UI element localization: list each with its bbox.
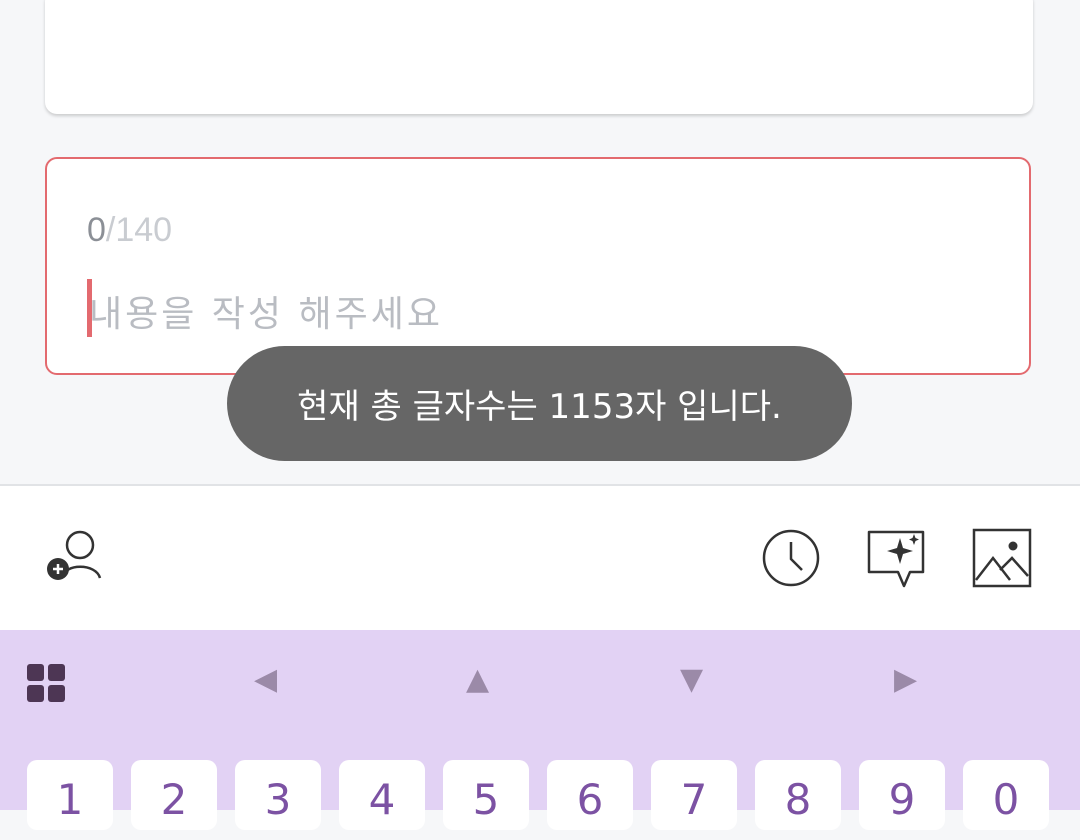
arrow-down-button[interactable]: ▼ (680, 662, 703, 697)
toast-message: 현재 총 글자수는 1153자 입니다. (227, 346, 852, 461)
key-6[interactable]: 6 (547, 760, 633, 830)
character-count: 0 (87, 211, 106, 249)
key-4[interactable]: 4 (339, 760, 425, 830)
arrow-right-button[interactable]: ▶ (894, 662, 917, 697)
arrow-left-button[interactable]: ◀ (254, 662, 277, 697)
content-editor[interactable]: 0/140 내용을 작성 해주세요 (45, 157, 1031, 375)
image-icon[interactable] (972, 528, 1032, 592)
character-max: /140 (105, 211, 173, 249)
content-placeholder: 내용을 작성 해주세요 (89, 294, 443, 335)
key-8[interactable]: 8 (755, 760, 841, 830)
arrow-up-button[interactable]: ▲ (466, 662, 489, 697)
ai-sparkle-chat-icon[interactable] (866, 528, 926, 594)
grid-icon (27, 664, 65, 702)
key-5[interactable]: 5 (443, 760, 529, 830)
key-0[interactable]: 0 (963, 760, 1049, 830)
add-person-icon[interactable] (44, 528, 106, 588)
key-1[interactable]: 1 (27, 760, 113, 830)
editor-toolbar (0, 484, 1080, 632)
previous-card (45, 0, 1033, 114)
character-counter: 0/140 (87, 211, 172, 250)
key-3[interactable]: 3 (235, 760, 321, 830)
key-7[interactable]: 7 (651, 760, 737, 830)
key-2[interactable]: 2 (131, 760, 217, 830)
clock-icon[interactable] (761, 528, 821, 592)
key-9[interactable]: 9 (859, 760, 945, 830)
keyboard-menu-button[interactable] (27, 664, 65, 706)
toast-text: 현재 총 글자수는 1153자 입니다. (297, 387, 782, 427)
